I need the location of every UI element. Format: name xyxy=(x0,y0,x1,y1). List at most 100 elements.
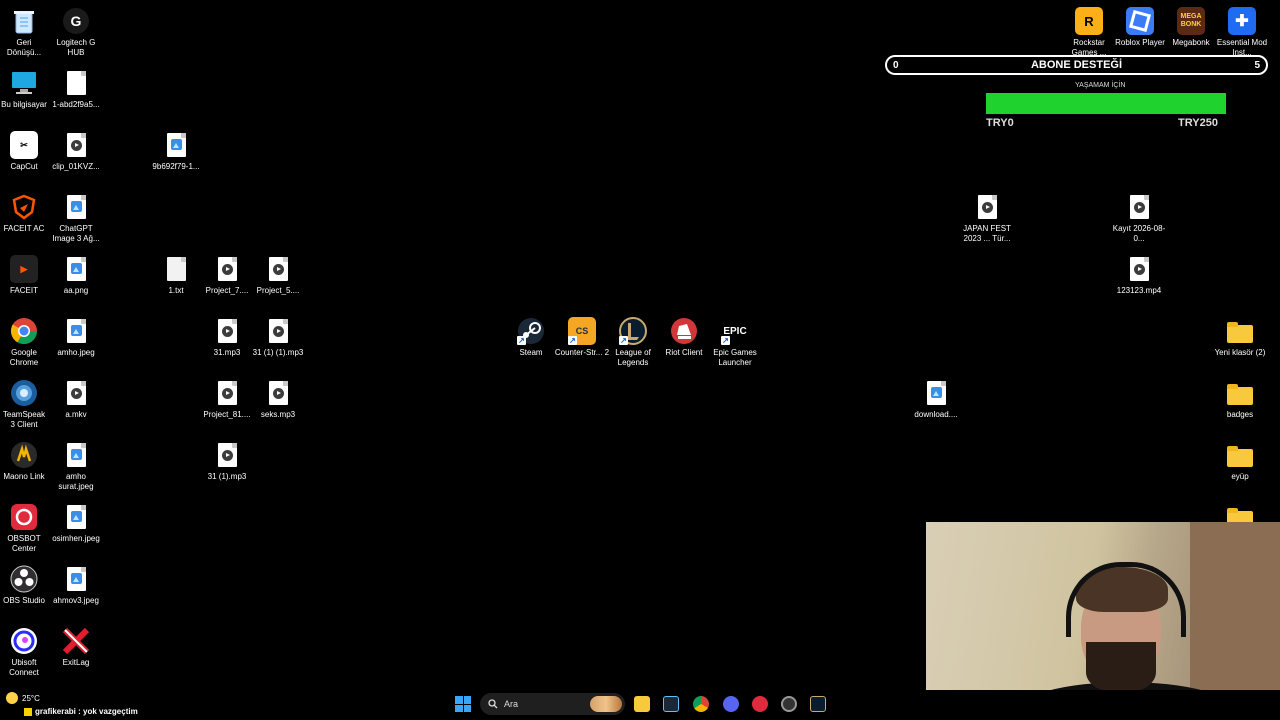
subscriber-goal-bar: 0 ABONE DESTEĞİ 5 xyxy=(885,55,1268,75)
folder-icon xyxy=(1225,316,1255,346)
desktop-icon-obsbot[interactable]: OBSBOT Center xyxy=(0,502,48,554)
image-file-icon xyxy=(61,564,91,594)
desktop-icon-teamspeak[interactable]: TeamSpeak 3 Client xyxy=(0,378,48,430)
desktop-icon-steam[interactable]: ↗ Steam xyxy=(503,316,559,358)
desktop-icon-japan-fest[interactable]: JAPAN FEST 2023 ... Tür... xyxy=(959,192,1015,244)
desktop-icon-label: Geri Dönüşü... xyxy=(6,38,42,57)
desktop-icon-label: eyüp xyxy=(1231,472,1249,481)
desktop-icon-cs2[interactable]: CS ↗ Counter-Str... 2 xyxy=(554,316,610,358)
desktop-icon-osimhen[interactable]: osimhen.jpeg xyxy=(48,502,104,544)
desktop-icon-label: Bu bilgisayar xyxy=(1,100,47,109)
start-button[interactable] xyxy=(455,696,471,712)
taskbar-search[interactable]: Ara xyxy=(480,693,625,715)
file-explorer-icon[interactable] xyxy=(634,696,650,712)
image-file-icon xyxy=(61,192,91,222)
teamspeak-icon xyxy=(9,378,39,408)
lol-icon: ↗ xyxy=(618,316,648,346)
desktop-icon-label: 31 (1) (1).mp3 xyxy=(252,348,304,357)
desktop-icon-faceit-ac[interactable]: FACEIT AC xyxy=(0,192,48,234)
desktop-icon-amho-surat[interactable]: amho surat.jpeg xyxy=(48,440,104,492)
chrome-taskbar-icon[interactable] xyxy=(693,696,709,712)
video-file-icon xyxy=(212,378,242,408)
obs-icon xyxy=(9,564,39,594)
obsbot-taskbar-icon[interactable] xyxy=(752,696,768,712)
logitech-icon: G xyxy=(61,6,91,36)
desktop-icon-recycle-bin[interactable]: Geri Dönüşü... xyxy=(0,6,48,58)
donation-goal-max: TRY250 xyxy=(1178,117,1218,129)
desktop-icon-exitlag[interactable]: ExitLag xyxy=(48,626,104,668)
desktop-icon-chrome[interactable]: Google Chrome xyxy=(0,316,48,368)
desktop-icon-1-txt[interactable]: 1.txt xyxy=(148,254,204,296)
desktop-icon-kayit[interactable]: Kayıt 2026-08-0... xyxy=(1111,192,1167,244)
lol-taskbar-icon[interactable] xyxy=(810,696,826,712)
desktop-icon-project-7[interactable]: Project_7.... xyxy=(199,254,255,296)
desktop-icon-this-pc[interactable]: Bu bilgisayar xyxy=(0,68,48,110)
search-placeholder: Ara xyxy=(504,699,519,709)
start-icon-pane xyxy=(455,704,463,712)
start-icon-pane xyxy=(455,696,463,704)
steam-icon: ↗ xyxy=(516,316,546,346)
desktop-icon-megabonk[interactable]: MEGA BONK Megabonk xyxy=(1163,6,1219,48)
desktop-icon-label: 1.txt xyxy=(168,286,184,295)
desktop-icon-amho-jpeg[interactable]: amho.jpeg xyxy=(48,316,104,358)
chat-overlay-message: grafikerabi : yok vazgeçtim xyxy=(24,707,138,716)
desktop-icon-download[interactable]: download.... xyxy=(908,378,964,420)
weather-widget[interactable]: 25°C xyxy=(6,692,40,704)
desktop-icon-123123[interactable]: 123123.mp4 xyxy=(1111,254,1167,296)
image-file-icon xyxy=(61,440,91,470)
audio-file-icon xyxy=(212,440,242,470)
desktop-icon-epic[interactable]: EPIC ↗ Epic Games Launcher xyxy=(707,316,763,368)
chat-message-text: grafikerabi : yok vazgeçtim xyxy=(35,707,138,716)
desktop-icon-maono[interactable]: Maono Link xyxy=(0,440,48,482)
weather-temperature: 25°C xyxy=(22,693,40,703)
desktop-folder-yeni-klasor[interactable]: Yeni klasör (2) xyxy=(1212,316,1268,358)
desktop-icon-logitech[interactable]: G Logitech G HUB xyxy=(48,6,104,58)
desktop-icon-9b692f79[interactable]: 9b692f79-1... xyxy=(148,130,204,172)
recycle-bin-icon xyxy=(9,6,39,36)
desktop-icon-ubisoft[interactable]: Ubisoft Connect xyxy=(0,626,48,678)
desktop-icon-faceit[interactable]: ▶ FACEIT xyxy=(0,254,48,296)
desktop-icon-label: FACEIT AC xyxy=(3,224,45,233)
desktop-icon-label: Project_81.... xyxy=(203,410,251,419)
video-file-icon xyxy=(61,130,91,160)
desktop-icon-31-mp3[interactable]: 31.mp3 xyxy=(199,316,255,358)
desktop-icon-file[interactable]: 1-abd2f9a5... xyxy=(48,68,104,110)
image-file-icon xyxy=(161,130,191,160)
subscriber-goal-title: ABONE DESTEĞİ xyxy=(1030,59,1123,71)
discord-taskbar-icon[interactable] xyxy=(723,696,739,712)
desktop-icon-rockstar[interactable]: R Rockstar Games ... xyxy=(1061,6,1117,58)
desktop-icon-label: JAPAN FEST 2023 ... Tür... xyxy=(963,224,1011,243)
desktop-icon-label: ExitLag xyxy=(62,658,90,667)
steam-taskbar-icon[interactable] xyxy=(663,696,679,712)
desktop-icon-label: Counter-Str... 2 xyxy=(554,348,610,357)
desktop-folder-badges[interactable]: badges xyxy=(1212,378,1268,420)
app-taskbar-icon[interactable] xyxy=(781,696,797,712)
desktop-folder-eyup[interactable]: eyüp xyxy=(1212,440,1268,482)
desktop-icon-aa-png[interactable]: aa.png xyxy=(48,254,104,296)
donation-goal-fill xyxy=(986,93,1226,114)
desktop-icon-label: Logitech G HUB xyxy=(56,38,96,57)
desktop-icon-capcut[interactable]: ✂ CapCut xyxy=(0,130,48,172)
search-highlight-image xyxy=(590,696,622,712)
desktop-icon-riot[interactable]: Riot Client xyxy=(656,316,712,358)
desktop-icon-31-1-1-mp3[interactable]: 31 (1) (1).mp3 xyxy=(250,316,306,358)
desktop-icon-label: amho.jpeg xyxy=(57,348,95,357)
desktop-icon-roblox[interactable]: Roblox Player xyxy=(1112,6,1168,48)
desktop-icon-seks-mp3[interactable]: seks.mp3 xyxy=(250,378,306,420)
obsbot-icon xyxy=(9,502,39,532)
desktop-icon-project-81[interactable]: Project_81.... xyxy=(199,378,255,420)
desktop-icon-project-5[interactable]: Project_5.... xyxy=(250,254,306,296)
computer-icon xyxy=(9,68,39,98)
desktop-icon-lol[interactable]: ↗ League of Legends xyxy=(605,316,661,368)
video-file-icon xyxy=(1124,192,1154,222)
desktop-icon-31-1-mp3[interactable]: 31 (1).mp3 xyxy=(199,440,255,482)
desktop-icon-essential[interactable]: ✚ Essential Mod Inst... xyxy=(1214,6,1270,58)
desktop-icon-obs[interactable]: OBS Studio xyxy=(0,564,48,606)
desktop-icon-ahmov3[interactable]: ahmov3.jpeg xyxy=(48,564,104,606)
video-file-icon xyxy=(972,192,1002,222)
desktop-icon-a-mkv[interactable]: a.mkv xyxy=(48,378,104,420)
desktop-icon-clip[interactable]: clip_01KVZ... xyxy=(48,130,104,172)
desktop-icon-label: Roblox Player xyxy=(1115,38,1165,47)
chrome-icon xyxy=(9,316,39,346)
desktop-icon-chatgpt-image[interactable]: ChatGPT Image 3 Ağ... xyxy=(48,192,104,244)
